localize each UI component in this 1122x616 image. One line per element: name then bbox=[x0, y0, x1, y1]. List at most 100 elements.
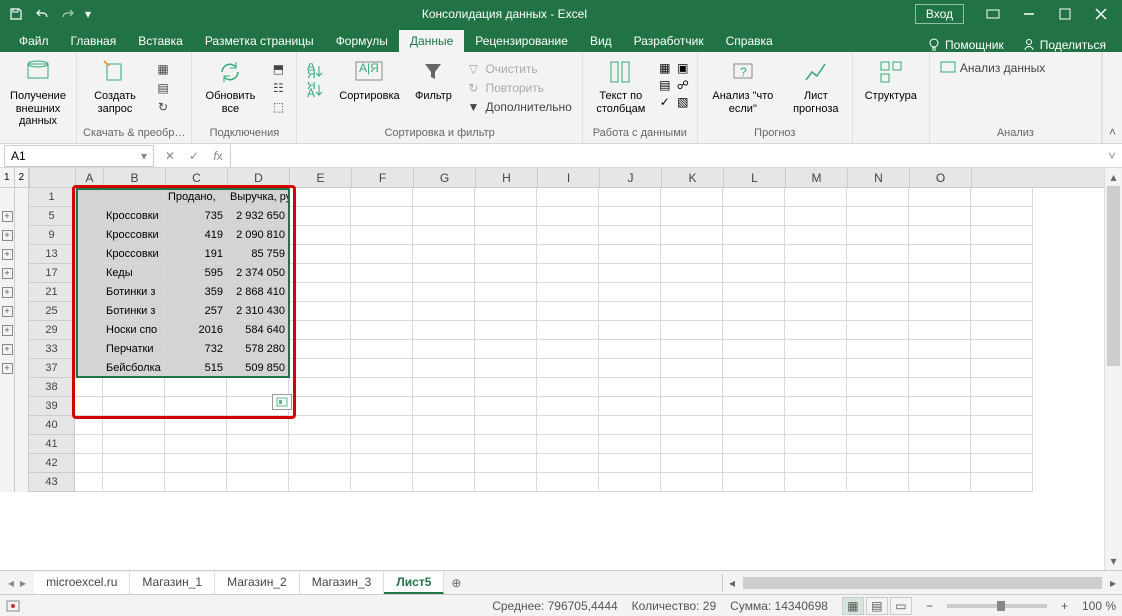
cell[interactable] bbox=[75, 321, 103, 340]
cell[interactable] bbox=[289, 378, 351, 397]
cell[interactable] bbox=[599, 207, 661, 226]
cell[interactable] bbox=[971, 435, 1033, 454]
sheet-tab[interactable]: Лист5 bbox=[384, 572, 444, 594]
cell[interactable] bbox=[537, 359, 599, 378]
cell[interactable] bbox=[661, 245, 723, 264]
cell[interactable] bbox=[847, 435, 909, 454]
cell[interactable]: 2 310 430 bbox=[227, 302, 289, 321]
cell[interactable] bbox=[909, 283, 971, 302]
zoom-slider[interactable] bbox=[947, 604, 1047, 608]
cell[interactable] bbox=[847, 454, 909, 473]
cell[interactable] bbox=[413, 283, 475, 302]
cell[interactable] bbox=[723, 302, 785, 321]
zoom-in-icon[interactable]: + bbox=[1061, 599, 1068, 613]
flash-fill-icon[interactable]: ▦ bbox=[657, 60, 673, 76]
cell[interactable] bbox=[599, 245, 661, 264]
cell[interactable] bbox=[537, 473, 599, 492]
cell[interactable] bbox=[723, 397, 785, 416]
cell[interactable] bbox=[723, 245, 785, 264]
cell[interactable]: 2 374 050 bbox=[227, 264, 289, 283]
sort-az-button[interactable]: AЯ bbox=[303, 62, 329, 80]
cell[interactable] bbox=[413, 321, 475, 340]
from-table-button[interactable]: ▤ bbox=[151, 79, 175, 97]
cell[interactable]: Кроссовки bbox=[103, 226, 165, 245]
tab-developer[interactable]: Разработчик bbox=[623, 30, 715, 52]
view-page-layout-icon[interactable]: ▤ bbox=[866, 597, 888, 615]
cell[interactable] bbox=[785, 397, 847, 416]
row-header[interactable]: 17 bbox=[29, 264, 75, 283]
zoom-out-icon[interactable]: − bbox=[926, 599, 933, 613]
cell[interactable] bbox=[785, 473, 847, 492]
cell[interactable] bbox=[599, 378, 661, 397]
cell[interactable] bbox=[847, 397, 909, 416]
cell[interactable] bbox=[475, 340, 537, 359]
cell[interactable] bbox=[785, 321, 847, 340]
cell[interactable] bbox=[75, 435, 103, 454]
horizontal-scrollbar[interactable]: ◂ ▸ bbox=[722, 574, 1122, 592]
cell[interactable]: 515 bbox=[165, 359, 227, 378]
cell[interactable] bbox=[847, 283, 909, 302]
cell[interactable]: Носки спо bbox=[103, 321, 165, 340]
cell[interactable] bbox=[537, 454, 599, 473]
manage-model-icon[interactable]: ▧ bbox=[675, 94, 691, 110]
recent-sources-button[interactable]: ↻ bbox=[151, 98, 175, 116]
cell[interactable] bbox=[971, 321, 1033, 340]
cell[interactable] bbox=[537, 207, 599, 226]
cell[interactable] bbox=[599, 188, 661, 207]
cell[interactable] bbox=[75, 264, 103, 283]
cell[interactable] bbox=[351, 378, 413, 397]
qat-customize-icon[interactable]: ▾ bbox=[82, 2, 94, 26]
cell[interactable] bbox=[785, 264, 847, 283]
cell[interactable] bbox=[847, 378, 909, 397]
cell[interactable] bbox=[75, 340, 103, 359]
tab-layout[interactable]: Разметка страницы bbox=[194, 30, 325, 52]
outline-button[interactable]: Структура bbox=[859, 56, 923, 103]
cell[interactable] bbox=[723, 264, 785, 283]
tab-nav-last-icon[interactable]: ▸ bbox=[20, 576, 26, 590]
table-row[interactable]: 43 bbox=[0, 473, 1104, 492]
cell[interactable] bbox=[847, 340, 909, 359]
row-header[interactable]: 40 bbox=[29, 416, 75, 435]
cell[interactable] bbox=[847, 264, 909, 283]
cell[interactable] bbox=[475, 454, 537, 473]
outline-expand-icon[interactable]: + bbox=[2, 268, 13, 279]
row-header[interactable]: 5 bbox=[29, 207, 75, 226]
cell[interactable] bbox=[847, 473, 909, 492]
cell[interactable] bbox=[475, 283, 537, 302]
cell[interactable] bbox=[475, 359, 537, 378]
cell[interactable] bbox=[75, 454, 103, 473]
cell[interactable] bbox=[909, 359, 971, 378]
cell[interactable] bbox=[909, 207, 971, 226]
table-row[interactable]: 41 bbox=[0, 435, 1104, 454]
cell[interactable]: Ботинки з bbox=[103, 283, 165, 302]
cell[interactable] bbox=[537, 245, 599, 264]
text-to-columns-button[interactable]: Текст по столбцам bbox=[589, 56, 653, 115]
cell[interactable] bbox=[75, 416, 103, 435]
cell[interactable] bbox=[103, 188, 165, 207]
cell[interactable] bbox=[847, 359, 909, 378]
cell[interactable] bbox=[289, 302, 351, 321]
cell[interactable] bbox=[785, 340, 847, 359]
cell[interactable] bbox=[661, 416, 723, 435]
cell[interactable] bbox=[537, 378, 599, 397]
cell[interactable] bbox=[723, 435, 785, 454]
table-row[interactable]: +5Кроссовки7352 932 650 bbox=[0, 207, 1104, 226]
cell[interactable] bbox=[909, 397, 971, 416]
save-icon[interactable] bbox=[4, 2, 28, 26]
what-if-button[interactable]: ? Анализ "что если" bbox=[704, 56, 782, 115]
cell[interactable] bbox=[909, 188, 971, 207]
collapse-ribbon-icon[interactable]: ˄ bbox=[1102, 52, 1122, 143]
cell[interactable] bbox=[723, 321, 785, 340]
cell[interactable] bbox=[537, 226, 599, 245]
scroll-down-icon[interactable]: ▾ bbox=[1105, 552, 1122, 570]
cell[interactable] bbox=[351, 283, 413, 302]
cell[interactable] bbox=[413, 264, 475, 283]
cell[interactable] bbox=[971, 473, 1033, 492]
cell[interactable] bbox=[475, 435, 537, 454]
cell[interactable] bbox=[723, 454, 785, 473]
cell[interactable] bbox=[289, 473, 351, 492]
cell[interactable] bbox=[75, 188, 103, 207]
cell[interactable]: 578 280 bbox=[227, 340, 289, 359]
cell[interactable] bbox=[971, 340, 1033, 359]
table-row[interactable]: 39 bbox=[0, 397, 1104, 416]
